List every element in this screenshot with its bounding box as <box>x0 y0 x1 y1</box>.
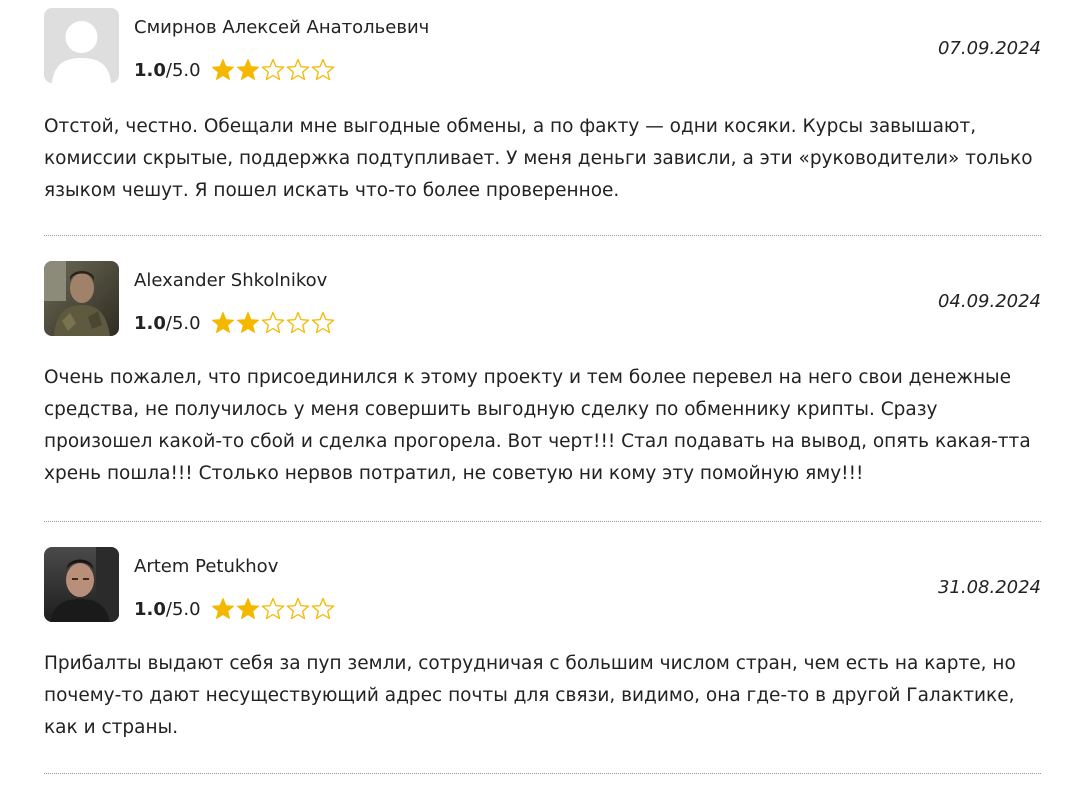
default-user-icon <box>44 8 119 83</box>
rating: 1.0 /5.0 <box>134 311 335 335</box>
review-date: 04.09.2024 <box>937 291 1041 312</box>
star-rating <box>211 597 335 621</box>
star-filled-icon <box>211 312 234 333</box>
author-name: Artem Petukhov <box>134 556 279 577</box>
author-name: Смирнов Алексей Анатольевич <box>134 17 430 38</box>
review-header: Artem Petukhov 1.0 /5.0 31.08.2024 <box>44 547 1041 627</box>
review-text: Прибалты выдают себя за пуп земли, сотру… <box>44 653 1016 738</box>
review-separator <box>44 773 1041 774</box>
review-header: Смирнов Алексей Анатольевич 1.0 /5.0 07.… <box>44 8 1041 88</box>
rating-max: /5.0 <box>165 598 201 620</box>
star-empty-icon <box>286 58 309 81</box>
star-filled-icon <box>211 598 234 619</box>
rating-max: /5.0 <box>165 59 201 81</box>
star-filled-icon <box>236 59 259 80</box>
star-rating <box>211 311 335 335</box>
star-empty-icon <box>286 311 309 334</box>
star-filled-icon <box>211 59 234 80</box>
star-empty-icon <box>261 58 284 81</box>
review-date: 07.09.2024 <box>937 38 1041 59</box>
review-separator <box>44 521 1041 522</box>
review-text: Очень пожалел, что присоединился к этому… <box>44 367 1031 484</box>
user-photo <box>44 547 119 622</box>
rating-score: 1.0 <box>134 59 166 81</box>
star-empty-icon <box>261 311 284 334</box>
star-empty-icon <box>311 597 334 620</box>
star-filled-icon <box>236 312 259 333</box>
rating: 1.0 /5.0 <box>134 597 335 621</box>
star-rating <box>211 58 335 82</box>
review-header: Alexander Shkolnikov 1.0 /5.0 04.09.2024 <box>44 261 1041 341</box>
review-item: Artem Petukhov 1.0 /5.0 31.08.2024 Приба… <box>44 547 1041 738</box>
review-text: Отстой, честно. Обещали мне выгодные обм… <box>44 116 1033 201</box>
star-empty-icon <box>311 311 334 334</box>
review-item: Alexander Shkolnikov 1.0 /5.0 04.09.2024… <box>44 261 1041 484</box>
review-separator <box>44 235 1041 236</box>
star-empty-icon <box>286 597 309 620</box>
star-filled-icon <box>236 598 259 619</box>
author-name: Alexander Shkolnikov <box>134 270 328 291</box>
star-empty-icon <box>261 597 284 620</box>
star-empty-icon <box>311 58 334 81</box>
user-photo <box>44 261 119 336</box>
rating-score: 1.0 <box>134 598 166 620</box>
rating-score: 1.0 <box>134 312 166 334</box>
rating: 1.0 /5.0 <box>134 58 335 82</box>
rating-max: /5.0 <box>165 312 201 334</box>
reviews-list: Смирнов Алексей Анатольевич 1.0 /5.0 07.… <box>0 0 1091 785</box>
review-date: 31.08.2024 <box>937 577 1041 598</box>
review-item: Смирнов Алексей Анатольевич 1.0 /5.0 07.… <box>44 8 1041 201</box>
